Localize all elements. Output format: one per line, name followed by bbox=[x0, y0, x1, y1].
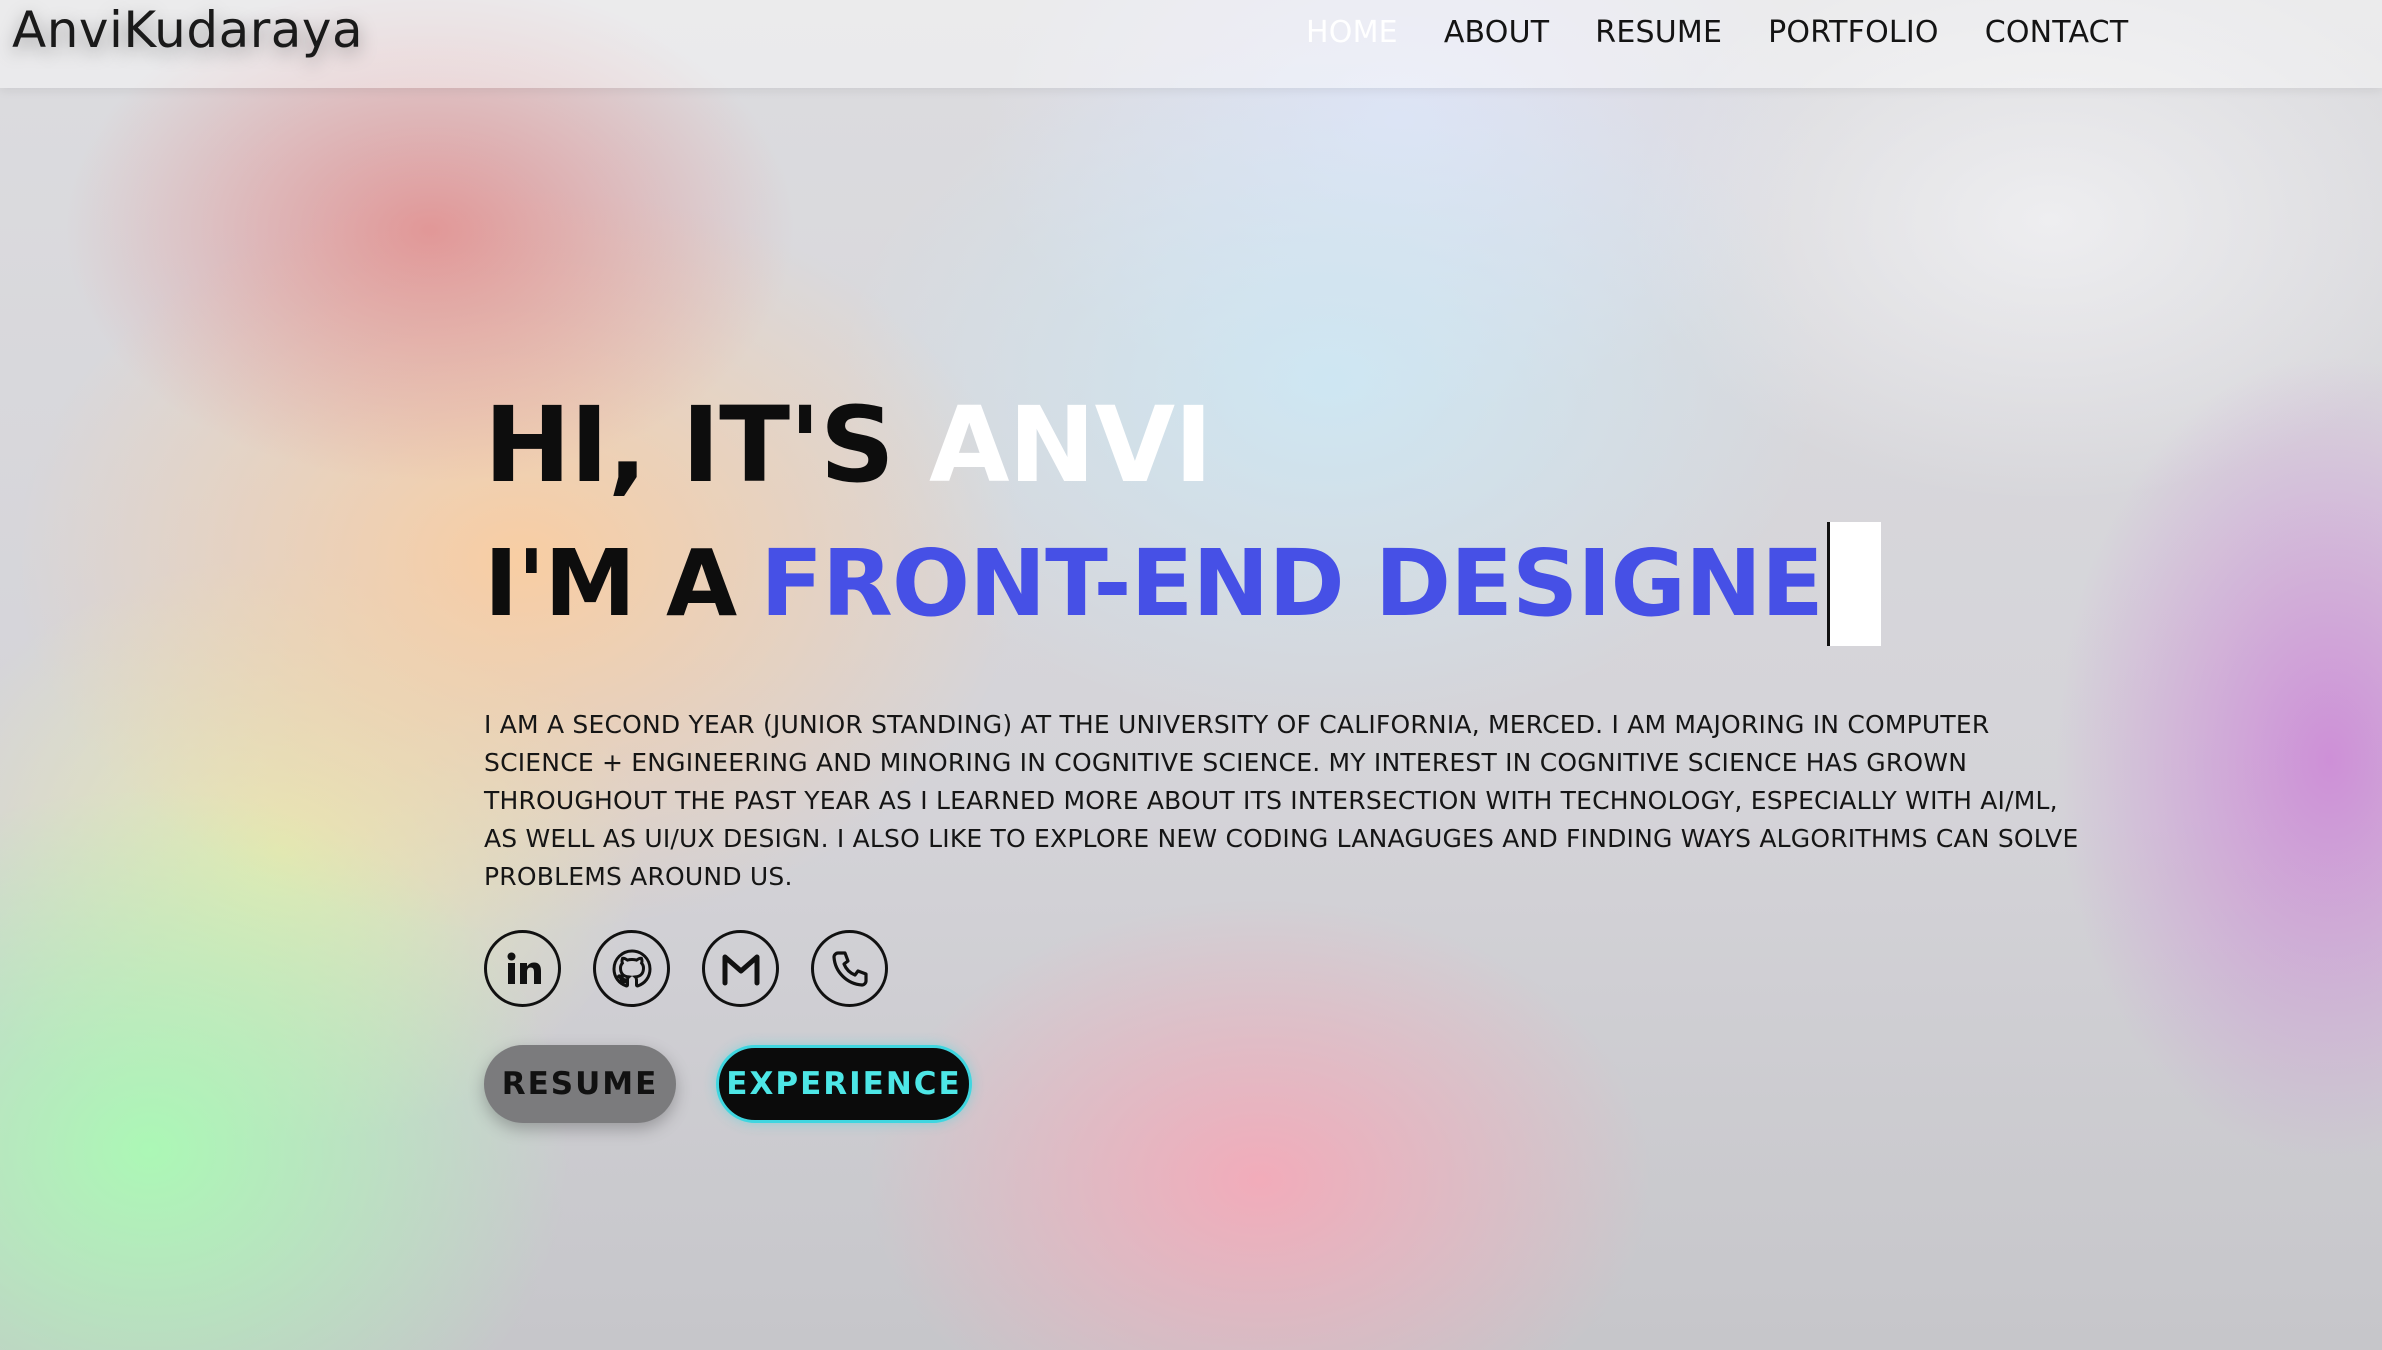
gmail-icon bbox=[722, 954, 759, 985]
nav-resume[interactable]: RESUME bbox=[1595, 14, 1722, 52]
role-prefix: I'M A bbox=[484, 530, 737, 637]
role-typed-text: FRONT-END DESIGNE bbox=[760, 530, 1824, 637]
nav-home[interactable]: HOME bbox=[1306, 14, 1398, 52]
greeting-name: ANVI bbox=[929, 384, 1213, 506]
social-links bbox=[484, 930, 2124, 1007]
nav-contact[interactable]: CONTACT bbox=[1985, 14, 2129, 52]
phone-link[interactable] bbox=[811, 930, 888, 1007]
email-link[interactable] bbox=[702, 930, 779, 1007]
resume-button[interactable]: RESUME bbox=[484, 1045, 676, 1123]
hero-buttons: RESUME EXPERIENCE bbox=[484, 1045, 2124, 1123]
hero-section: HI, IT'S ANVI I'M A FRONT-END DESIGNE I … bbox=[484, 380, 2124, 1123]
phone-icon bbox=[831, 950, 868, 987]
site-logo[interactable]: AnviKudaraya bbox=[12, 0, 363, 60]
nav-portfolio[interactable]: PORTFOLIO bbox=[1768, 14, 1939, 52]
site-header: AnviKudaraya HOME ABOUT RESUME PORTFOLIO… bbox=[0, 0, 2382, 88]
greeting-prefix: HI, IT'S bbox=[484, 384, 895, 506]
typing-caret bbox=[1826, 522, 1881, 646]
github-link[interactable] bbox=[593, 930, 670, 1007]
linkedin-link[interactable] bbox=[484, 930, 561, 1007]
github-icon bbox=[611, 948, 652, 987]
experience-button[interactable]: EXPERIENCE bbox=[716, 1045, 972, 1123]
linkedin-icon bbox=[507, 952, 541, 984]
hero-role: I'M A FRONT-END DESIGNE bbox=[484, 522, 2124, 646]
hero-bio: I am a second year (junior standing) at … bbox=[484, 710, 2079, 891]
main-nav: HOME ABOUT RESUME PORTFOLIO CONTACT bbox=[1306, 14, 2174, 52]
nav-about[interactable]: ABOUT bbox=[1444, 14, 1549, 52]
hero-greeting: HI, IT'S ANVI bbox=[484, 380, 2124, 510]
